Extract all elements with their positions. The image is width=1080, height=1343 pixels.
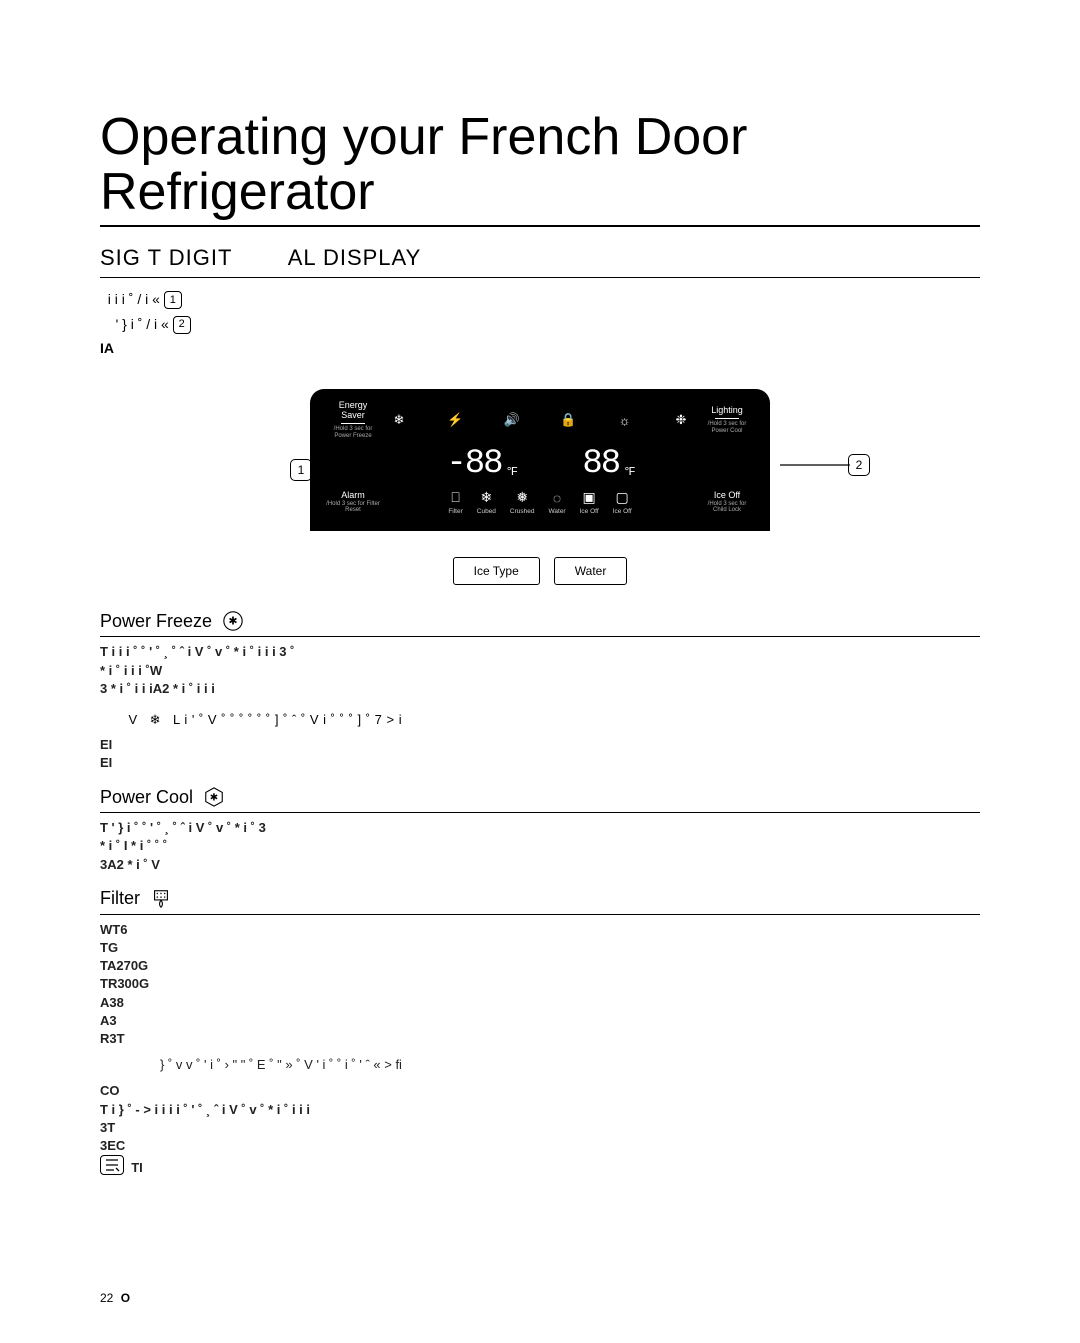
ice-off-icon-2: ▢Ice Off <box>613 489 632 515</box>
filter-section: Filter WT6 TG TA270G TR300G A38 A3 R3T }… <box>100 888 980 1177</box>
panel-callout-right: 2 <box>848 454 870 476</box>
svg-text:✱: ✱ <box>228 616 237 628</box>
filter-l7: R3T <box>100 1030 980 1048</box>
alarm-icon: 🔊 <box>503 411 521 429</box>
page-title: Operating your French Door Refrigerator <box>100 110 980 227</box>
callout-2-icon: 2 <box>173 316 191 334</box>
pc-line-3: 3A2 * i ˚ V <box>100 856 980 874</box>
freezer-temp-unit: °F <box>506 465 516 479</box>
power-cool-section: Power Cool ✱ T ' } i ˚ ˚ ' ˚ ¸ ˚ ˆ i V ˚… <box>100 786 980 874</box>
fridge-temp-unit: °F <box>623 465 633 479</box>
display-panel: Energy Saver /Hold 3 sec for Power Freez… <box>310 389 770 531</box>
filter-row: } ˚ v v ˚ ' i ˚ › " " ˚ E ˚ " » ˚ V ' i … <box>160 1056 980 1074</box>
cubed-ice-icon: ❄Cubed <box>477 489 496 515</box>
callout-1-icon: 1 <box>164 291 182 309</box>
page-number: 22 <box>100 1291 113 1305</box>
panel-callout-left: 1 <box>290 459 312 481</box>
iceoff-label-block: Ice Off /Hold 3 sec for Child Lock <box>700 491 754 514</box>
pc-line-2: * i ˚ I * i ˚ ˚ ˚ <box>100 837 980 855</box>
filter-l4: TR300G <box>100 975 980 993</box>
filter-l2: TG <box>100 939 980 957</box>
glass-icon: ❄ <box>150 712 161 728</box>
freezer-temp-display: -88 °F <box>446 445 516 483</box>
power-cool-title: Power Cool <box>100 787 193 808</box>
power-freeze-section: Power Freeze ✱ T i i i ˚ ˚ ' ˚ ¸ ˚ ˆ i V… <box>100 610 980 772</box>
section-header: SIG T DIGIT AL DISPLAY <box>100 245 980 278</box>
pf-line-3: 3 * i ˚ i i iA2 * i ˚ i i i <box>100 680 980 698</box>
crushed-ice-icon: ❅Crushed <box>510 489 535 515</box>
power-freeze-title: Power Freeze <box>100 611 212 632</box>
energy-saver-sub: /Hold 3 sec for Power Freeze <box>326 426 380 439</box>
filter-icon <box>150 888 172 910</box>
subheader-right: AL DISPLAY <box>288 245 422 270</box>
filter-status-icon: ⎕Filter <box>448 489 462 515</box>
power-cool-icon: ❉ <box>672 411 690 429</box>
water-button[interactable]: Water <box>554 557 628 585</box>
intro-line-1: i i i ˚ / i « 1 <box>100 288 980 310</box>
subheader-left: SIG T DIGIT <box>100 245 232 270</box>
lighting-text: Lighting <box>700 406 754 416</box>
ice-type-button[interactable]: Ice Type <box>453 557 540 585</box>
filter-c4: 3EC <box>100 1137 980 1155</box>
alarm-sub: /Hold 3 sec for Filter Reset <box>326 501 380 514</box>
filter-c1: CO <box>100 1082 980 1100</box>
pf-line-4b: EI <box>100 754 980 772</box>
water-icon: ◌Water <box>549 490 566 515</box>
pf-line-4a: EI <box>100 736 980 754</box>
svg-text:✱: ✱ <box>210 793 218 804</box>
iceoff-sub: /Hold 3 sec for Child Lock <box>700 501 754 514</box>
energy-saver-label: Energy Saver /Hold 3 sec for Power Freez… <box>326 401 380 439</box>
pf-line-2: * i ˚ i i i ˚W <box>100 662 980 680</box>
caution-text: L i ' ˚ V ˚ ˚ ˚ ˚ ˚ ˚ ] ˚ ˆ ˚ V i ˚ ˚ ˚ … <box>173 712 402 727</box>
filter-l5: A38 <box>100 994 980 1012</box>
footer-text: O <box>121 1291 130 1305</box>
cup-icon: V <box>128 712 137 727</box>
display-panel-figure: 1 2 Energy Saver /Hold 3 sec for Power F… <box>100 389 980 585</box>
energy-saver-text: Energy Saver <box>326 401 380 421</box>
filter-l6: A3 <box>100 1012 980 1030</box>
filter-note-text: TI <box>131 1160 143 1175</box>
freezer-temp-value: -88 <box>446 445 501 483</box>
filter-c3: 3T <box>100 1119 980 1137</box>
filter-c2: T i } ˚ - > i i i i ˚ ' ˚ ¸ ˆ i V ˚ v ˚ … <box>100 1101 980 1119</box>
iceoff-label: Ice Off <box>700 491 754 501</box>
fridge-temp-value: 88 <box>582 445 619 483</box>
note-icon <box>100 1155 124 1175</box>
lighting-icon: ☼ <box>616 411 634 429</box>
alarm-label-block: Alarm /Hold 3 sec for Filter Reset <box>326 491 380 514</box>
fridge-temp-display: 88 °F <box>582 445 633 483</box>
page-footer: 22 O <box>100 1291 130 1305</box>
caution-row: V ❄ L i ' ˚ V ˚ ˚ ˚ ˚ ˚ ˚ ] ˚ ˆ ˚ V i ˚ … <box>100 712 980 728</box>
hex-snow-icon: ✱ <box>203 786 225 808</box>
intro-line-1-text: i i i ˚ / i « <box>108 291 160 307</box>
lighting-sub: /Hold 3 sec for Power Cool <box>700 421 754 434</box>
ice-off-icon: ▣Ice Off <box>580 489 599 515</box>
pc-line-1: T ' } i ˚ ˚ ' ˚ ¸ ˚ ˆ i V ˚ v ˚ * i ˚ 3 <box>100 819 980 837</box>
intro-line-2: ' } i ˚ / i « 2 <box>100 313 980 335</box>
filter-l3: TA270G <box>100 957 980 975</box>
energy-saver-icon: ⚡ <box>446 411 464 429</box>
alarm-label: Alarm <box>326 491 380 501</box>
filter-title: Filter <box>100 888 140 909</box>
intro-line-2-text: ' } i ˚ / i « <box>116 316 169 332</box>
filter-l1: WT6 <box>100 921 980 939</box>
power-freeze-icon: ❄ <box>390 411 408 429</box>
lock-icon: 🔒 <box>559 411 577 429</box>
filter-note-row: TI <box>100 1155 980 1177</box>
snowflake-icon: ✱ <box>222 610 244 632</box>
pf-line-1: T i i i ˚ ˚ ' ˚ ¸ ˚ ˆ i V ˚ v ˚ * i ˚ i … <box>100 643 980 661</box>
intro-line-3: IA <box>100 337 980 359</box>
lighting-label: Lighting /Hold 3 sec for Power Cool <box>700 406 754 434</box>
